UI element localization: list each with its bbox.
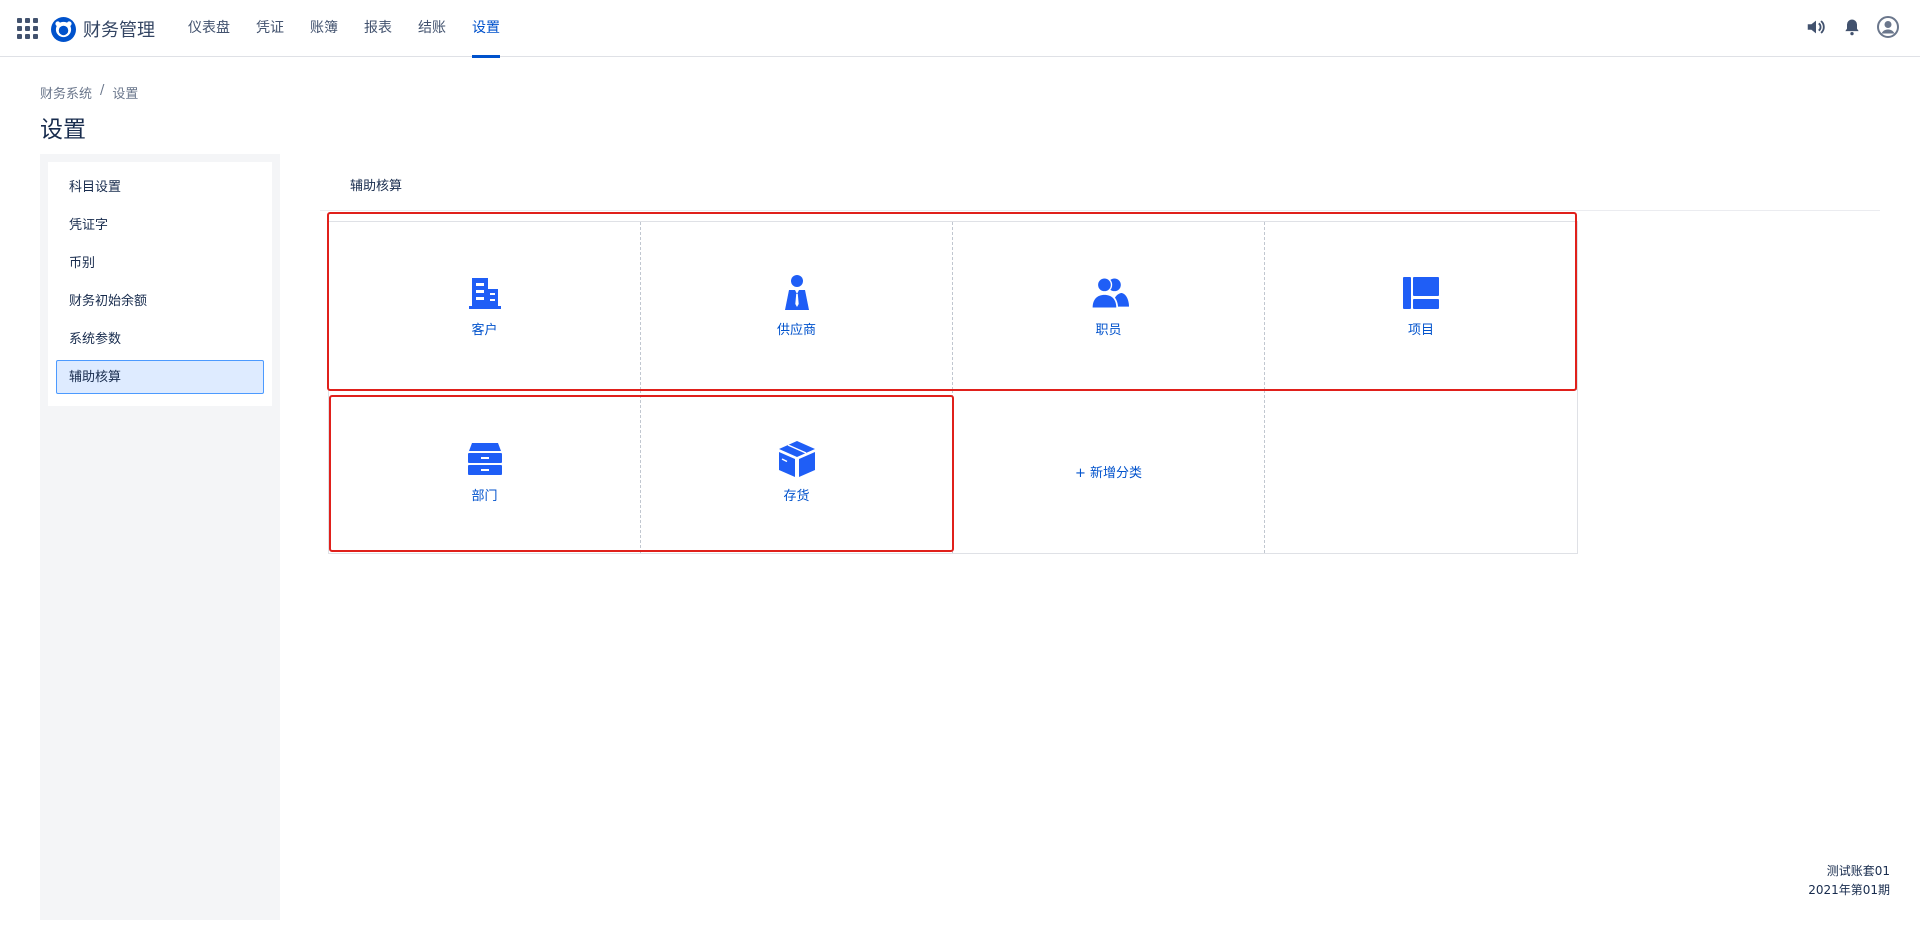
sidebar-menu: 科目设置 凭证字 币别 财务初始余额 系统参数 辅助核算 — [48, 162, 272, 406]
nav-item-dashboard[interactable]: 仪表盘 — [188, 0, 230, 57]
category-inventory[interactable]: 存货 — [641, 390, 953, 553]
category-customer[interactable]: 客户 — [329, 222, 641, 390]
category-label: 职员 — [1095, 323, 1122, 338]
category-label: 部门 — [471, 489, 498, 504]
users-icon — [1089, 273, 1129, 313]
nav-item-ledger[interactable]: 账簿 — [310, 0, 338, 57]
category-label: 供应商 — [776, 323, 816, 338]
sidebar-item-account-settings[interactable]: 科目设置 — [56, 170, 264, 204]
page-title: 设置 — [40, 117, 86, 143]
account-name: 测试账套01 — [1826, 864, 1890, 878]
add-category-button[interactable]: + 新增分类 — [953, 390, 1265, 553]
section-title: 辅助核算 — [350, 179, 403, 194]
bell-icon[interactable] — [1840, 15, 1864, 39]
category-staff[interactable]: 职员 — [953, 222, 1265, 390]
account-info: 测试账套01 2021年第01期 — [1808, 862, 1890, 900]
category-supplier[interactable]: 供应商 — [641, 222, 953, 390]
nav-item-settings[interactable]: 设置 — [472, 0, 500, 58]
nav-item-closing[interactable]: 结账 — [418, 0, 446, 57]
nav-item-report[interactable]: 报表 — [364, 0, 392, 57]
breadcrumb-separator: / — [100, 83, 105, 98]
category-project[interactable]: 项目 — [1265, 222, 1577, 390]
supplier-person-icon — [777, 273, 817, 313]
user-icon[interactable] — [1876, 15, 1900, 39]
building-icon — [465, 273, 505, 313]
add-category-label: + 新增分类 — [1074, 466, 1143, 481]
sidebar-item-auxiliary-accounting[interactable]: 辅助核算 — [56, 360, 264, 394]
breadcrumb-root[interactable]: 财务系统 — [40, 83, 92, 102]
box-icon — [777, 439, 817, 479]
app-switcher-grid-icon[interactable] — [17, 18, 39, 40]
sidebar-item-currency[interactable]: 币别 — [56, 246, 264, 280]
app-title: 财务管理 — [83, 20, 155, 41]
category-label: 项目 — [1407, 323, 1434, 338]
breadcrumb: 财务系统 / 设置 — [40, 83, 138, 102]
section-divider — [320, 210, 1880, 211]
volume-icon[interactable] — [1804, 15, 1828, 39]
account-period: 2021年第01期 — [1808, 883, 1890, 897]
sidebar-item-system-params[interactable]: 系统参数 — [56, 322, 264, 356]
sidebar-item-initial-balance[interactable]: 财务初始余额 — [56, 284, 264, 318]
breadcrumb-current: 设置 — [112, 87, 139, 102]
brand[interactable]: 财务管理 — [51, 15, 155, 43]
project-board-icon — [1401, 273, 1441, 313]
sidebar-panel: 科目设置 凭证字 币别 财务初始余额 系统参数 辅助核算 — [40, 154, 280, 920]
brand-logo-icon — [51, 16, 76, 42]
category-label: 存货 — [783, 489, 810, 504]
empty-cell — [1265, 390, 1577, 553]
nav-item-voucher[interactable]: 凭证 — [256, 0, 284, 57]
category-label: 客户 — [471, 323, 498, 338]
category-department[interactable]: 部门 — [329, 390, 641, 553]
main-nav: 仪表盘 凭证 账簿 报表 结账 设置 — [188, 0, 526, 58]
top-navigation-bar: 财务管理 仪表盘 凭证 账簿 报表 结账 设置 — [0, 0, 1920, 58]
sidebar-item-voucher-word[interactable]: 凭证字 — [56, 208, 264, 242]
category-grid: 客户 供应商 职员 项目 部门 存货 + 新增分类 — [328, 221, 1578, 554]
top-icons — [1804, 15, 1900, 39]
drawer-cabinet-icon — [465, 439, 505, 479]
